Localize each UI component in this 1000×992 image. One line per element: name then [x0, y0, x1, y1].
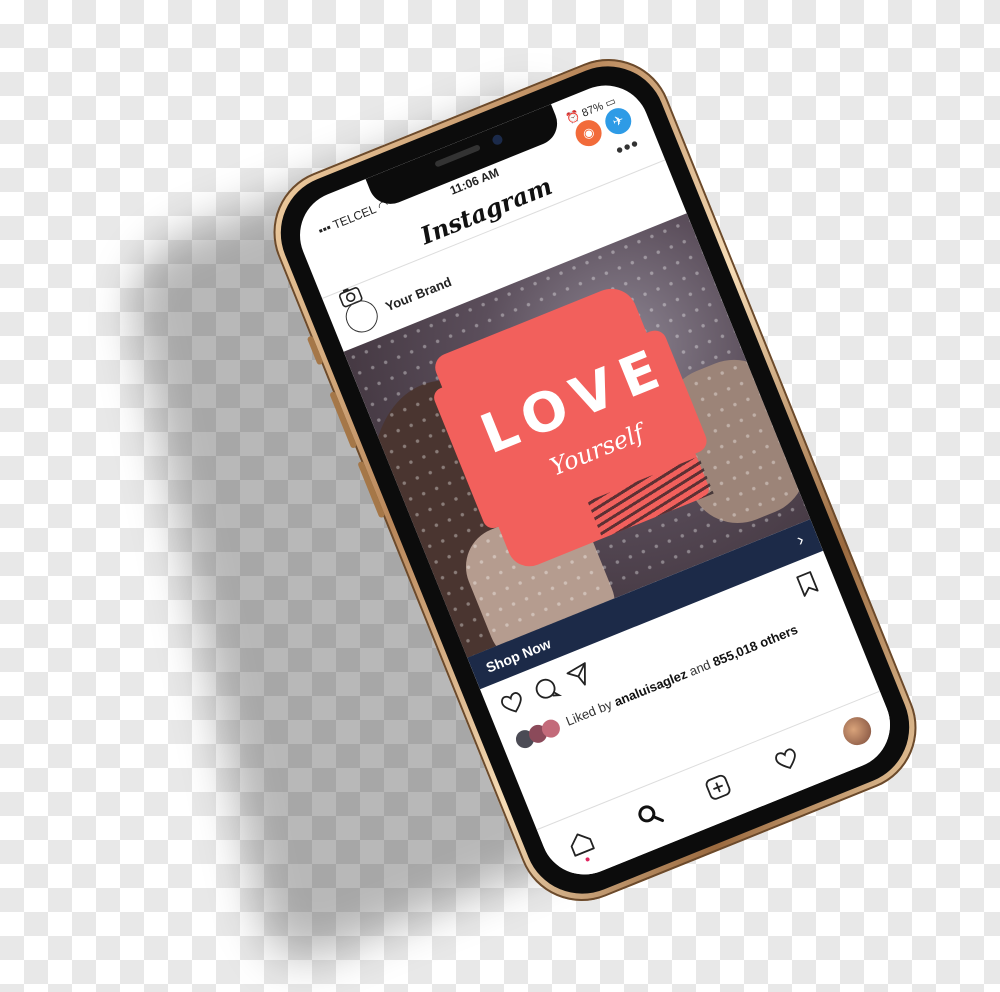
brand-avatar[interactable]	[340, 295, 383, 338]
bookmark-icon[interactable]	[791, 567, 825, 601]
share-icon[interactable]	[562, 659, 596, 693]
speaker-grille	[434, 144, 481, 168]
front-camera	[490, 133, 504, 147]
like-icon[interactable]	[496, 686, 530, 720]
heart-icon[interactable]	[768, 741, 804, 777]
home-active-dot	[584, 856, 591, 863]
profile-avatar[interactable]	[838, 712, 876, 750]
search-icon[interactable]	[631, 797, 667, 833]
more-dots-icon[interactable]: •••	[613, 133, 644, 162]
add-icon[interactable]	[700, 769, 736, 805]
brand-name[interactable]: Your Brand	[383, 274, 453, 314]
home-icon[interactable]	[563, 824, 599, 860]
chevron-right-icon: ›	[793, 529, 807, 550]
comment-icon[interactable]	[529, 673, 563, 707]
